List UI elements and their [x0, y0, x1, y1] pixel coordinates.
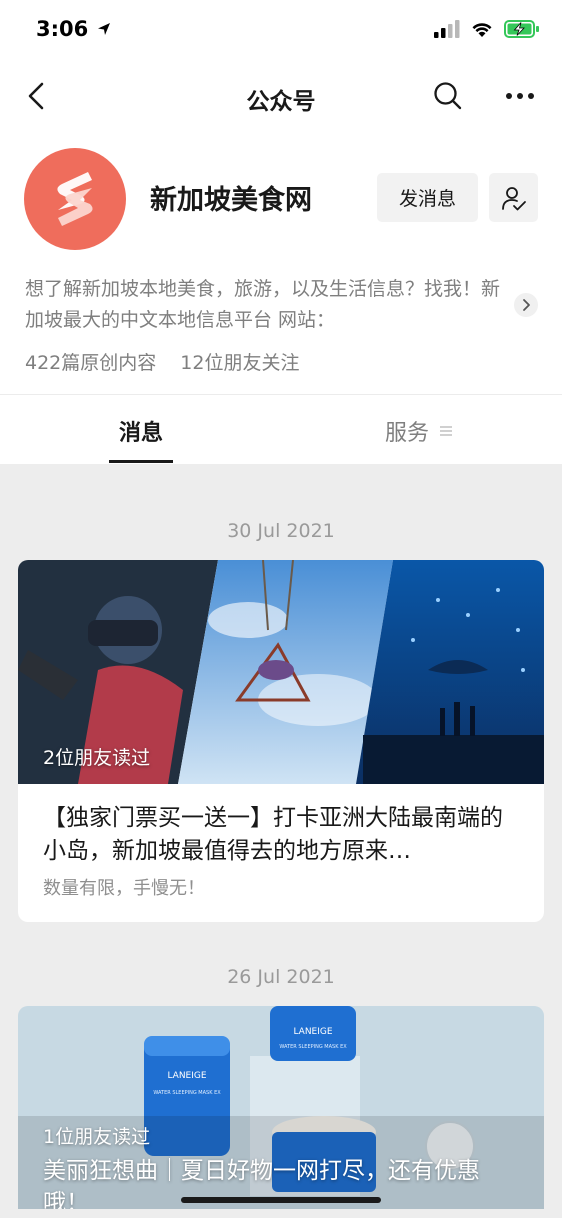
active-tab-indicator — [109, 460, 173, 463]
cellular-signal-icon — [434, 20, 460, 38]
original-content-count[interactable]: 422篇原创内容 — [25, 348, 156, 375]
feed-date: 30 Jul 2021 — [227, 520, 335, 542]
friends-read-badge: 2位朋友读过 — [43, 747, 151, 769]
account-name: 新加坡美食网 — [150, 185, 312, 216]
tab-messages[interactable]: 消息 — [109, 415, 173, 447]
product-name-text: WATER SLEEPING MASK EX — [153, 1090, 221, 1096]
wifi-icon — [472, 23, 492, 37]
page-title: 公众号 — [246, 89, 316, 115]
status-indicators — [434, 20, 540, 38]
account-description[interactable]: 想了解新加坡本地美食，旅游，以及生活信息？找我！新加坡最大的中文本地信息平台 网… — [0, 274, 562, 340]
chevron-right-icon — [523, 299, 530, 311]
status-bar: 3:06 — [0, 0, 562, 60]
home-indicator[interactable] — [181, 1197, 381, 1203]
navigation-bar: 公众号 — [0, 60, 562, 132]
followed-button[interactable] — [489, 173, 538, 222]
tab-services[interactable]: 服务 — [385, 415, 453, 447]
more-dots-icon — [506, 93, 534, 99]
description-text: 想了解新加坡本地美食，旅游，以及生活信息？找我！新加坡最大的中文本地信息平台 网… — [25, 278, 501, 331]
article-overlay: 1位朋友读过 美丽狂想曲｜夏日好物一网打尽，还有优惠哦！ — [43, 1122, 519, 1209]
friends-read-badge: 1位朋友读过 — [43, 1126, 151, 1148]
brand-logo-icon — [57, 172, 93, 226]
battery-charging-icon — [504, 20, 539, 38]
feed-date: 26 Jul 2021 — [227, 966, 335, 988]
product-name-text: WATER SLEEPING MASK EX — [279, 1044, 347, 1050]
send-message-button[interactable]: 发消息 — [377, 173, 478, 222]
location-arrow-icon — [97, 23, 110, 35]
header-area: 3:06 公众号 新加坡美食网 发消息 想了解新加坡本地美食，旅游，以及生活信息… — [0, 0, 562, 464]
article-title: 【独家门票买一送一】打卡亚洲大陆最南端的小岛，新加坡最值得去的地方原来… — [43, 805, 503, 864]
article-card[interactable]: 2位朋友读过 【独家门票买一送一】打卡亚洲大陆最南端的小岛，新加坡最值得去的地方… — [18, 560, 544, 922]
search-icon — [434, 82, 462, 110]
product-brand-text: LANEIGE — [293, 1027, 332, 1037]
tab-services-label: 服务 — [385, 421, 430, 446]
article-card[interactable]: LANEIGE WATER SLEEPING MASK EX LANEIGE W… — [18, 1006, 544, 1209]
more-button[interactable] — [500, 78, 540, 114]
account-profile: 新加坡美食网 发消息 — [0, 132, 562, 274]
article-cover-image: 2位朋友读过 — [18, 560, 544, 784]
article-digest: 数量有限，手慢无！ — [43, 878, 205, 899]
user-check-icon — [501, 186, 526, 210]
account-stats: 422篇原创内容 12位朋友关注 — [0, 340, 562, 394]
menu-lines-icon — [440, 426, 453, 436]
tab-bar: 消息 服务 — [0, 394, 562, 464]
friends-following[interactable]: 12位朋友关注 — [180, 348, 299, 375]
account-avatar[interactable] — [24, 148, 126, 250]
message-feed: 30 Jul 2021 2位朋友读过 【独家门票买一送一】打卡亚洲大陆最南端的小… — [0, 476, 562, 1209]
description-expand-button[interactable] — [514, 293, 538, 317]
product-brand-text: LANEIGE — [167, 1071, 206, 1081]
search-button[interactable] — [430, 78, 466, 114]
status-time: 3:06 — [36, 17, 112, 41]
